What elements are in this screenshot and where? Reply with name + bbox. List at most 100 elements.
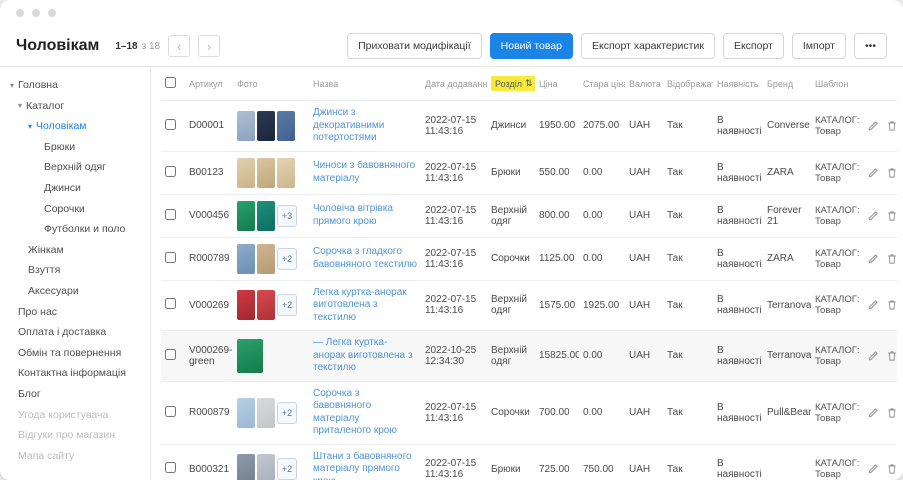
edit-button[interactable] <box>867 463 879 475</box>
column-header[interactable]: Відображати <box>663 67 713 101</box>
row-checkbox[interactable] <box>165 166 176 177</box>
product-photo[interactable] <box>237 158 255 188</box>
product-photo[interactable] <box>257 158 275 188</box>
edit-button[interactable] <box>867 253 879 265</box>
column-header[interactable]: Назва <box>309 67 421 101</box>
product-name-link[interactable]: — Легка куртка-анорак виготовлена з текс… <box>313 337 417 375</box>
row-checkbox[interactable] <box>165 252 176 263</box>
product-photo[interactable] <box>257 244 275 274</box>
more-photos-badge[interactable]: +3 <box>277 205 297 227</box>
sidebar-item[interactable]: Про нас <box>0 302 150 323</box>
select-all-checkbox[interactable] <box>165 77 176 88</box>
sidebar-item[interactable]: ▾Каталог <box>0 96 150 117</box>
column-header[interactable]: Стара ціна <box>579 67 625 101</box>
row-checkbox[interactable] <box>165 119 176 130</box>
product-photo[interactable] <box>277 111 295 141</box>
column-header[interactable]: Валюта <box>625 67 663 101</box>
delete-button[interactable] <box>886 350 897 362</box>
product-name-link[interactable]: Джинси з декоративними потертостями <box>313 107 417 145</box>
product-name-link[interactable]: Чиноси з бавовняного матеріалу <box>313 160 417 185</box>
column-header[interactable]: Наявність <box>713 67 763 101</box>
edit-button[interactable] <box>867 167 879 179</box>
sidebar-item[interactable]: Брюки <box>0 137 150 158</box>
product-photo[interactable] <box>257 454 275 480</box>
sidebar-item[interactable]: Аксесуари <box>0 281 150 302</box>
window-control-icon[interactable] <box>48 9 56 17</box>
delete-button[interactable] <box>886 167 897 179</box>
pagination-prev-button[interactable]: ‹ <box>168 35 190 57</box>
sidebar-item[interactable]: Футболки и поло <box>0 219 150 240</box>
sidebar-item[interactable]: Блог <box>0 384 150 405</box>
row-checkbox[interactable] <box>165 349 176 360</box>
sidebar-item[interactable]: Джинси <box>0 178 150 199</box>
more-photos-badge[interactable]: +2 <box>277 458 297 480</box>
product-photo[interactable] <box>237 454 255 480</box>
product-photo[interactable] <box>257 290 275 320</box>
sidebar-item[interactable]: Контактна інформація <box>0 363 150 384</box>
brand-cell: Pull&Bear <box>763 381 811 444</box>
product-photo[interactable] <box>257 201 275 231</box>
sidebar-item[interactable]: Верхній одяг <box>0 157 150 178</box>
column-header[interactable]: Артикул <box>185 67 233 101</box>
delete-button[interactable] <box>886 120 897 132</box>
column-header[interactable]: Шаблон <box>811 67 863 101</box>
column-header[interactable]: Бренд <box>763 67 811 101</box>
sidebar-item[interactable]: Мапа сайту <box>0 446 150 467</box>
more-photos-badge[interactable]: +2 <box>277 402 297 424</box>
product-photo[interactable] <box>257 398 275 428</box>
delete-button[interactable] <box>886 299 897 311</box>
sort-icon[interactable]: ⇅ <box>525 78 533 89</box>
sidebar-item[interactable]: Сорочки <box>0 199 150 220</box>
column-header[interactable]: Ціна <box>535 67 579 101</box>
sidebar-item[interactable]: ▾Головна <box>0 75 150 96</box>
edit-button[interactable] <box>867 210 879 222</box>
edit-button[interactable] <box>867 350 879 362</box>
product-photo[interactable] <box>237 290 255 320</box>
product-photo[interactable] <box>237 201 255 231</box>
window-control-icon[interactable] <box>16 9 24 17</box>
sidebar-item[interactable]: Відгуки про магазин <box>0 425 150 446</box>
more-photos-badge[interactable]: +2 <box>277 248 297 270</box>
product-name-link[interactable]: Сорочка з гладкого бавовняного текстилю <box>313 246 417 271</box>
product-name-link[interactable]: Чоловіча вітрівка прямого крою <box>313 203 417 228</box>
delete-button[interactable] <box>886 210 897 222</box>
edit-button[interactable] <box>867 299 879 311</box>
sidebar-item[interactable]: Оплата і доставка <box>0 322 150 343</box>
sidebar-item[interactable]: ▾Чоловікам <box>0 116 150 137</box>
product-photo[interactable] <box>237 339 263 373</box>
sidebar-item[interactable]: Угода користувача <box>0 405 150 426</box>
product-photo[interactable] <box>237 244 255 274</box>
hide-modifications-button[interactable]: Приховати модифікації <box>347 33 482 59</box>
column-header[interactable]: Розділ⇅ <box>487 67 535 101</box>
export-button[interactable]: Експорт <box>723 33 784 59</box>
row-checkbox[interactable] <box>165 209 176 220</box>
sidebar-item[interactable]: Обмін та повернення <box>0 343 150 364</box>
sidebar-item[interactable]: Жінкам <box>0 240 150 261</box>
import-button[interactable]: Імпорт <box>792 33 846 59</box>
article-cell: V000456 <box>185 194 233 237</box>
product-photo[interactable] <box>237 398 255 428</box>
more-actions-button[interactable]: ••• <box>854 33 887 59</box>
edit-button[interactable] <box>867 407 879 419</box>
sidebar-item[interactable]: Взуття <box>0 260 150 281</box>
row-checkbox[interactable] <box>165 462 176 473</box>
delete-button[interactable] <box>886 407 897 419</box>
pagination-next-button[interactable]: › <box>198 35 220 57</box>
delete-button[interactable] <box>886 463 897 475</box>
edit-button[interactable] <box>867 120 879 132</box>
product-photo[interactable] <box>277 158 295 188</box>
column-header[interactable]: Фото <box>233 67 309 101</box>
product-photo[interactable] <box>237 111 255 141</box>
new-product-button[interactable]: Новий товар <box>490 33 573 59</box>
product-name-link[interactable]: Легка куртка-анорак виготовлена з тексти… <box>313 287 417 325</box>
export-characteristics-button[interactable]: Експорт характеристик <box>581 33 715 59</box>
delete-button[interactable] <box>886 253 897 265</box>
row-checkbox[interactable] <box>165 298 176 309</box>
product-photo[interactable] <box>257 111 275 141</box>
window-control-icon[interactable] <box>32 9 40 17</box>
more-photos-badge[interactable]: +2 <box>277 294 297 316</box>
column-header[interactable]: Дата додавання <box>421 67 487 101</box>
product-name-link[interactable]: Штани з бавовняного матеріалу прямого кр… <box>313 451 417 480</box>
row-checkbox[interactable] <box>165 406 176 417</box>
product-name-link[interactable]: Сорочка з бавовняного матеріалу притален… <box>313 388 417 438</box>
